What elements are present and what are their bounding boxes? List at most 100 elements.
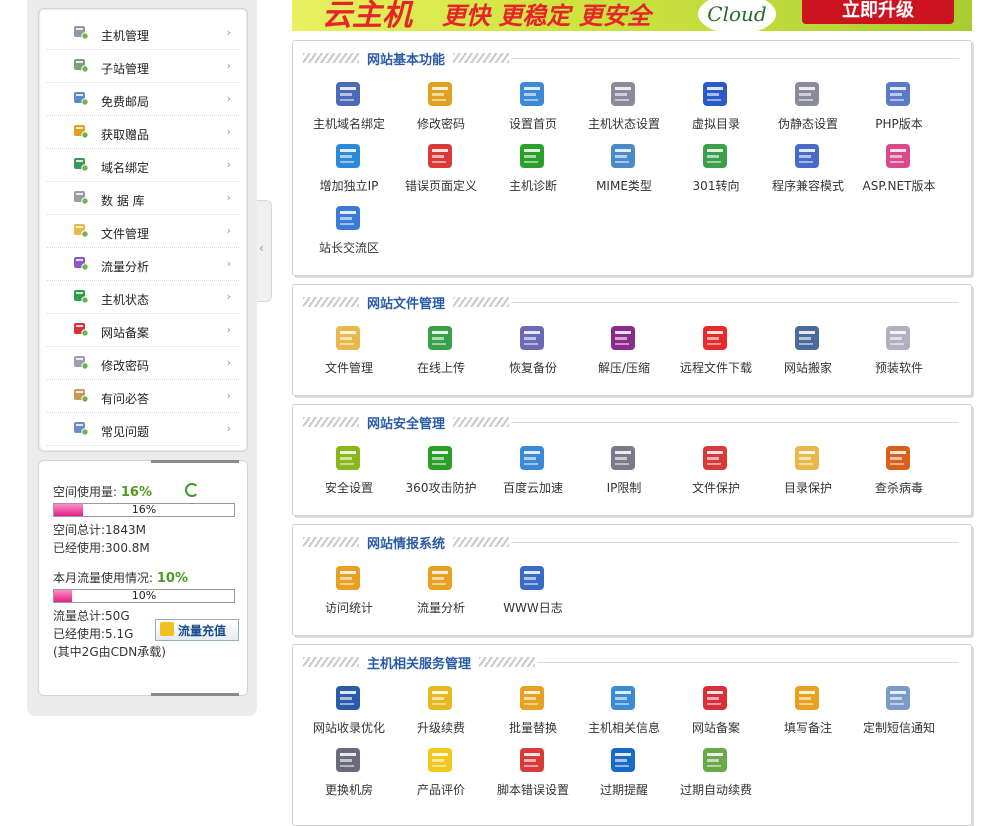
tool-button[interactable]: 文件管理: [303, 323, 395, 381]
sidebar-item[interactable]: 子站管理 ›: [47, 50, 239, 83]
tool-button[interactable]: 远程文件下载: [670, 323, 762, 381]
sidebar-item[interactable]: 文件管理 ›: [47, 215, 239, 248]
tool-button[interactable]: 预装软件: [853, 323, 945, 381]
tool-button[interactable]: 流量分析: [395, 563, 487, 621]
sidebar-item[interactable]: 修改密码 ›: [47, 347, 239, 380]
tool-button[interactable]: 增加独立IP: [303, 141, 395, 199]
tool-button[interactable]: 批量替换: [487, 683, 579, 741]
tool-label: 修改密码: [416, 117, 465, 131]
space-progress-text: 16%: [131, 503, 157, 516]
tool-button[interactable]: 网站收录优化: [303, 683, 395, 741]
gear-icon: [608, 79, 640, 111]
chevron-left-icon: ‹: [259, 241, 264, 255]
sidebar-item[interactable]: 网站备案 ›: [47, 314, 239, 347]
tool-button[interactable]: 主机状态设置: [578, 79, 670, 137]
rewrite-icon: [792, 79, 824, 111]
sidebar-item[interactable]: 常见问题 ›: [47, 413, 239, 446]
mail-icon: [73, 90, 89, 106]
chevron-right-icon: ›: [226, 125, 231, 138]
tool-label: 虚拟目录: [691, 117, 740, 131]
refresh-icon[interactable]: [185, 483, 199, 497]
tool-button[interactable]: 过期提醒: [578, 745, 670, 803]
tool-button[interactable]: 主机相关信息: [578, 683, 670, 741]
tool-button[interactable]: 在线上传: [395, 323, 487, 381]
tool-button[interactable]: 产品评价: [395, 745, 487, 803]
tool-label: 站长交流区: [318, 241, 379, 255]
upgrade-button[interactable]: 立即升级: [802, 0, 954, 24]
tool-button[interactable]: 过期自动续费: [670, 745, 762, 803]
tool-label: 查杀病毒: [874, 481, 923, 495]
sidebar-item-label: 获取赠品: [101, 128, 150, 142]
folder-lock-icon: [792, 443, 824, 475]
sidebar-item[interactable]: 流量分析 ›: [47, 248, 239, 281]
tool-button[interactable]: 错误页面定义: [395, 141, 487, 199]
seo-icon: [333, 683, 365, 715]
sidebar-item[interactable]: 有问必答 ›: [47, 380, 239, 413]
tool-button[interactable]: 填写备注: [762, 683, 854, 741]
stats-icon: [333, 563, 365, 595]
tool-label: 错误页面定义: [404, 179, 477, 193]
sidebar-collapse-handle[interactable]: ‹: [257, 200, 272, 302]
tool-button[interactable]: ASP.NET版本: [853, 141, 945, 199]
tool-label: 产品评价: [416, 783, 465, 797]
section-panel: 主机相关服务管理网站收录优化 升级续费 批量替换 主机相关信息 网站备案 填写备注 定制短信…: [292, 644, 972, 826]
tool-button[interactable]: WWW日志: [487, 563, 579, 621]
sidebar-item[interactable]: 免费邮局 ›: [47, 83, 239, 116]
tool-button[interactable]: 脚本错误设置: [487, 745, 579, 803]
redirect-icon: [700, 141, 732, 173]
sidebar-item-label: 数 据 库: [101, 194, 145, 208]
sidebar-item[interactable]: 获取赠品 ›: [47, 116, 239, 149]
error-page-icon: [425, 141, 457, 173]
tool-button[interactable]: 定制短信通知: [853, 683, 945, 741]
header-rule: [537, 662, 959, 663]
section-panel: 网站基本功能 主机域名绑定 修改密码 设置首页 主机状态设置 虚拟目录 伪静态设置 PHP版本…: [292, 40, 972, 276]
tool-label: 在线上传: [416, 361, 465, 375]
section-title: 主机相关服务管理: [367, 657, 472, 672]
tool-button[interactable]: 查杀病毒: [853, 443, 945, 501]
tool-button[interactable]: 文件保护: [670, 443, 762, 501]
tool-button[interactable]: 站长交流区: [303, 203, 395, 261]
sidebar-item[interactable]: 域名绑定 ›: [47, 149, 239, 182]
backup-icon: [517, 323, 549, 355]
tool-button[interactable]: 解压/压缩: [578, 323, 670, 381]
sidebar-item[interactable]: 数 据 库 ›: [47, 182, 239, 215]
tool-button[interactable]: 301转向: [670, 141, 762, 199]
tool-button[interactable]: 安全设置: [303, 443, 395, 501]
record-icon: [700, 683, 732, 715]
tool-button[interactable]: 更换机房: [303, 745, 395, 803]
password-icon: [73, 354, 89, 370]
banner-cloud-badge: Cloud: [698, 0, 776, 31]
tool-label: 远程文件下载: [679, 361, 752, 375]
tool-button[interactable]: 主机域名绑定: [303, 79, 395, 137]
tool-button[interactable]: 目录保护: [762, 443, 854, 501]
traffic-usage-percent: 10%: [156, 571, 188, 586]
traffic-progress-bar: 10%: [53, 589, 235, 603]
chevron-right-icon: ›: [226, 59, 231, 72]
auto-renew-icon: [700, 745, 732, 777]
tool-button[interactable]: 主机诊断: [487, 141, 579, 199]
tool-button[interactable]: 网站搬家: [762, 323, 854, 381]
tool-button[interactable]: 网站备案: [670, 683, 762, 741]
tool-button[interactable]: 程序兼容模式: [762, 141, 854, 199]
tool-button[interactable]: 伪静态设置: [762, 79, 854, 137]
header-stripes: [453, 417, 509, 427]
tool-button[interactable]: IP限制: [578, 443, 670, 501]
sidebar-item[interactable]: 主机管理 ›: [47, 17, 239, 50]
tool-button[interactable]: 虚拟目录: [670, 79, 762, 137]
tool-button[interactable]: 360攻击防护: [395, 443, 487, 501]
tool-button[interactable]: 恢复备份: [487, 323, 579, 381]
tool-label: 网站备案: [691, 721, 740, 735]
section-header: 主机相关服务管理: [303, 653, 959, 673]
tool-button[interactable]: 访问统计: [303, 563, 395, 621]
tool-label: 解压/压缩: [597, 361, 651, 375]
tool-button[interactable]: 修改密码: [395, 79, 487, 137]
sidebar-item[interactable]: 主机状态 ›: [47, 281, 239, 314]
promo-banner[interactable]: 云主机 更快 更稳定 更安全 Cloud 立即升级: [292, 0, 972, 31]
tool-button[interactable]: 百度云加速: [487, 443, 579, 501]
tool-button[interactable]: 升级续费: [395, 683, 487, 741]
info-icon: [608, 683, 640, 715]
traffic-recharge-button[interactable]: 流量充值: [155, 619, 239, 641]
tool-button[interactable]: MIME类型: [578, 141, 670, 199]
tool-button[interactable]: PHP版本: [853, 79, 945, 137]
tool-button[interactable]: 设置首页: [487, 79, 579, 137]
